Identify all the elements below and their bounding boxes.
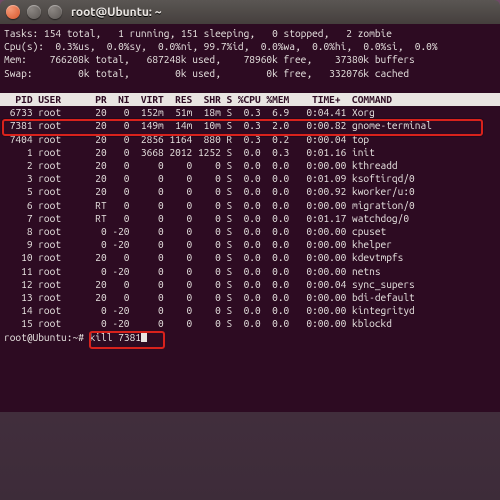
process-row: 9 root 0 -20 0 0 0 S 0.0 0.0 0:00.00 khe…	[0, 238, 500, 251]
process-table: 6733 root 20 0 152m 51m 18m S 0.3 6.9 0:…	[0, 106, 500, 330]
maximize-icon[interactable]	[48, 5, 62, 19]
process-table-header: PID USER PR NI VIRT RES SHR S %CPU %MEM …	[0, 93, 500, 106]
process-row: 7 root RT 0 0 0 0 S 0.0 0.0 0:01.17 watc…	[0, 212, 500, 225]
process-row: 12 root 20 0 0 0 0 S 0.0 0.0 0:00.04 syn…	[0, 278, 500, 291]
close-icon[interactable]	[6, 5, 20, 19]
process-row: 15 root 0 -20 0 0 0 S 0.0 0.0 0:00.00 kb…	[0, 317, 500, 330]
process-row: 5 root 20 0 0 0 0 S 0.0 0.0 0:00.92 kwor…	[0, 185, 500, 198]
process-row: 10 root 20 0 0 0 0 S 0.0 0.0 0:00.00 kde…	[0, 251, 500, 264]
prompt-hash: #	[78, 331, 84, 343]
typed-command: kill 7381	[90, 331, 141, 343]
process-row: 3 root 20 0 0 0 0 S 0.0 0.0 0:01.09 ksof…	[0, 172, 500, 185]
process-row: 14 root 0 -20 0 0 0 S 0.0 0.0 0:00.00 ki…	[0, 304, 500, 317]
terminal-body[interactable]: Tasks: 154 total, 1 running, 151 sleepin…	[0, 24, 500, 412]
blank-line	[0, 80, 500, 93]
summary-mem: Mem: 766208k total, 687248k used, 78960k…	[0, 53, 500, 66]
process-row: 7381 root 20 0 149m 14m 10m S 0.3 2.0 0:…	[0, 119, 500, 132]
process-row: 13 root 20 0 0 0 0 S 0.0 0.0 0:00.00 bdi…	[0, 291, 500, 304]
process-row: 6 root RT 0 0 0 0 S 0.0 0.0 0:00.00 migr…	[0, 199, 500, 212]
terminal-window: root@Ubuntu: ~ Tasks: 154 total, 1 runni…	[0, 0, 500, 412]
minimize-icon[interactable]	[27, 5, 41, 19]
summary-swap: Swap: 0k total, 0k used, 0k free, 332076…	[0, 67, 500, 80]
process-row: 11 root 0 -20 0 0 0 S 0.0 0.0 0:00.00 ne…	[0, 265, 500, 278]
process-row: 6733 root 20 0 152m 51m 18m S 0.3 6.9 0:…	[0, 106, 500, 119]
summary-tasks: Tasks: 154 total, 1 running, 151 sleepin…	[0, 27, 500, 40]
summary-cpu: Cpu(s): 0.3%us, 0.0%sy, 0.0%ni, 99.7%id,…	[0, 40, 500, 53]
process-row: 2 root 20 0 0 0 0 S 0.0 0.0 0:00.00 kthr…	[0, 159, 500, 172]
process-row: 8 root 0 -20 0 0 0 S 0.0 0.0 0:00.00 cpu…	[0, 225, 500, 238]
titlebar[interactable]: root@Ubuntu: ~	[0, 0, 500, 24]
process-row: 7404 root 20 0 2856 1164 880 R 0.3 0.2 0…	[0, 133, 500, 146]
window-title: root@Ubuntu: ~	[71, 6, 161, 19]
process-row: 1 root 20 0 3668 2012 1252 S 0.0 0.3 0:0…	[0, 146, 500, 159]
prompt-user-host: root@Ubuntu	[4, 331, 67, 343]
shell-prompt-line[interactable]: root@Ubuntu:~# kill 7381	[0, 331, 500, 344]
cursor-icon	[141, 331, 147, 342]
